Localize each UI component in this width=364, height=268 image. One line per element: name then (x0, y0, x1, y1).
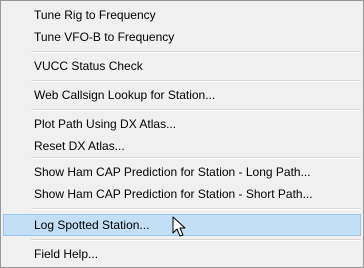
menu-item-hamcap-short-path[interactable]: Show Ham CAP Prediction for Station - Sh… (3, 183, 361, 205)
menu-separator (31, 239, 361, 241)
menu-item-vucc-status-check[interactable]: VUCC Status Check (3, 55, 361, 77)
menu-item-tune-vfo-b[interactable]: Tune VFO-B to Frequency (3, 26, 361, 48)
menu-separator (31, 157, 361, 159)
menu-item-web-callsign-lookup[interactable]: Web Callsign Lookup for Station... (3, 84, 361, 106)
menu-item-field-help[interactable]: Field Help... (3, 243, 361, 265)
menu-separator (31, 51, 361, 53)
menu-item-reset-dx-atlas[interactable]: Reset DX Atlas... (3, 135, 361, 157)
menu-item-hamcap-long-path[interactable]: Show Ham CAP Prediction for Station - Lo… (3, 161, 361, 183)
menu-separator (31, 109, 361, 111)
menu-separator (31, 208, 361, 210)
menu-item-plot-path-dx-atlas[interactable]: Plot Path Using DX Atlas... (3, 113, 361, 135)
mouse-pointer-icon (172, 216, 186, 237)
menu-separator (31, 80, 361, 82)
menu-item-tune-rig[interactable]: Tune Rig to Frequency (3, 4, 361, 26)
